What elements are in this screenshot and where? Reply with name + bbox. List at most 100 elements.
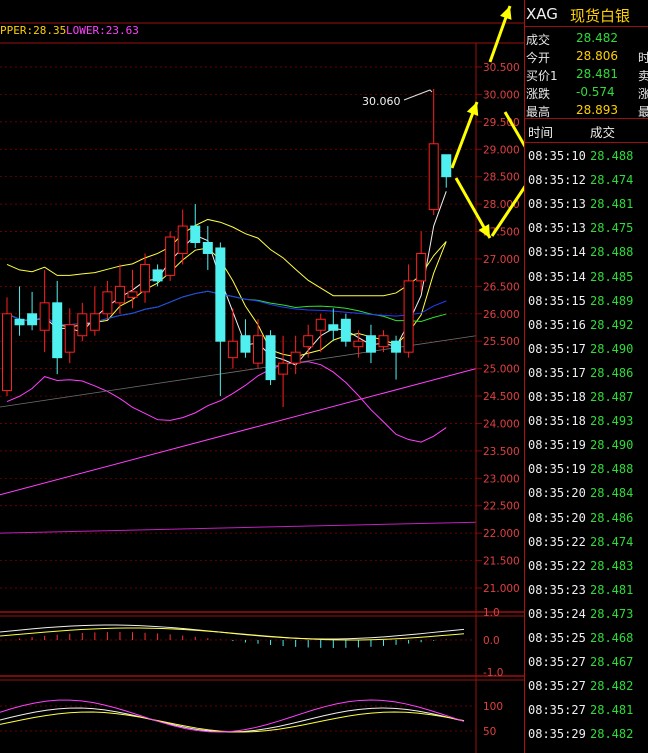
- candle-body[interactable]: [416, 252, 427, 282]
- tick-price: 28.481: [590, 582, 634, 597]
- candle-body[interactable]: [152, 269, 163, 282]
- candle-body[interactable]: [403, 280, 414, 353]
- tick-time: 08:35:27: [528, 703, 586, 718]
- candle-body[interactable]: [391, 340, 402, 353]
- tick-time: 08:35:16: [528, 317, 586, 332]
- candle-body[interactable]: [340, 318, 351, 342]
- macd-axis-label: 0.0: [483, 635, 500, 647]
- tick-time: 08:35:18: [528, 414, 586, 429]
- candle-body[interactable]: [177, 225, 188, 254]
- quote-row: 今开 28.806 时: [524, 49, 648, 68]
- candle-body[interactable]: [240, 335, 251, 353]
- tick-row[interactable]: 08:35:13 28.481: [524, 197, 648, 220]
- candle-body[interactable]: [89, 313, 100, 331]
- price-axis-label: 28.500: [483, 172, 520, 184]
- tick-row[interactable]: 08:35:20 28.486: [524, 511, 648, 534]
- ma-line: [6, 361, 447, 443]
- tick-row[interactable]: 08:35:25 28.468: [524, 631, 648, 654]
- macd-panel[interactable]: 1.0 0.0 -1.0: [0, 607, 504, 679]
- candle-body[interactable]: [140, 263, 151, 293]
- candle-body[interactable]: [39, 302, 50, 331]
- tick-row[interactable]: 08:35:29 28.482: [524, 727, 648, 750]
- tick-row[interactable]: 08:35:14 28.488: [524, 245, 648, 268]
- tick-row[interactable]: 08:35:14 28.485: [524, 270, 648, 293]
- candle-body[interactable]: [428, 143, 439, 211]
- tick-row[interactable]: 08:35:17 28.490: [524, 342, 648, 365]
- candle-body[interactable]: [127, 291, 138, 298]
- tick-price: 28.485: [590, 269, 634, 284]
- candle-body[interactable]: [2, 313, 12, 392]
- candle-body[interactable]: [64, 324, 75, 353]
- candle-body[interactable]: [265, 335, 276, 381]
- tick-row[interactable]: 08:35:17 28.486: [524, 366, 648, 389]
- candle-body[interactable]: [202, 241, 213, 254]
- candle-body[interactable]: [353, 340, 364, 348]
- tick-row[interactable]: 08:35:15 28.489: [524, 294, 648, 317]
- tick-row[interactable]: 08:35:13 28.475: [524, 221, 648, 244]
- quote-value: 28.482: [576, 31, 618, 45]
- candle-body[interactable]: [27, 313, 38, 326]
- candle-body[interactable]: [378, 335, 389, 348]
- tick-time: 08:35:27: [528, 655, 586, 670]
- tick-row[interactable]: 08:35:19 28.488: [524, 462, 648, 485]
- price-axis-label: 29.000: [483, 144, 520, 156]
- candle-body[interactable]: [253, 335, 263, 364]
- tick-row[interactable]: 08:35:18 28.487: [524, 390, 648, 413]
- candle-body[interactable]: [441, 154, 452, 178]
- price-axis-label: 21.500: [483, 556, 520, 568]
- quote-row: 成交 28.482: [524, 31, 648, 50]
- tick-row[interactable]: 08:35:10 28.488: [524, 149, 648, 172]
- tick-price: 28.490: [590, 341, 634, 356]
- quote-value: 28.893: [576, 103, 618, 117]
- tick-price: 28.488: [590, 245, 634, 260]
- tick-row[interactable]: 08:35:20 28.484: [524, 486, 648, 509]
- ticks-price-header: 成交: [590, 125, 616, 140]
- quote-value: 28.481: [576, 67, 618, 81]
- tick-time: 08:35:19: [528, 462, 586, 477]
- tick-time: 08:35:14: [528, 245, 586, 260]
- candle-body[interactable]: [278, 362, 289, 375]
- tick-price: 28.481: [590, 197, 634, 212]
- candle-body[interactable]: [114, 285, 125, 304]
- tick-row[interactable]: 08:35:23 28.481: [524, 583, 648, 606]
- tick-price: 28.486: [590, 510, 634, 525]
- price-axis-label: 24.500: [483, 391, 520, 403]
- tick-time: 08:35:29: [528, 727, 586, 742]
- moving-average-lines: [0, 191, 477, 534]
- quote-row: 最高 28.893 最: [524, 103, 648, 122]
- tick-row[interactable]: 08:35:19 28.490: [524, 438, 648, 461]
- candle-body[interactable]: [290, 351, 301, 364]
- price-axis-label: 27.000: [483, 254, 520, 266]
- price-axis-label: 30.500: [483, 62, 520, 74]
- tick-row[interactable]: 08:35:18 28.493: [524, 414, 648, 437]
- candle-body[interactable]: [190, 225, 201, 243]
- candle-body[interactable]: [227, 340, 238, 359]
- tick-row[interactable]: 08:35:27 28.481: [524, 703, 648, 726]
- candle-body[interactable]: [14, 318, 25, 326]
- tick-row[interactable]: 08:35:27 28.482: [524, 679, 648, 702]
- tick-row[interactable]: 08:35:24 28.473: [524, 607, 648, 630]
- tick-row[interactable]: 08:35:22 28.474: [524, 535, 648, 558]
- kdj-axis-label: 100: [483, 701, 503, 713]
- candle-body[interactable]: [165, 236, 176, 276]
- tick-price: 28.475: [590, 221, 634, 236]
- candle-body[interactable]: [102, 291, 113, 315]
- tick-row[interactable]: 08:35:27 28.467: [524, 655, 648, 678]
- tick-row[interactable]: 08:35:12 28.474: [524, 173, 648, 196]
- candle-body[interactable]: [52, 302, 63, 359]
- tick-time: 08:35:22: [528, 558, 586, 573]
- candle-body[interactable]: [303, 335, 314, 348]
- tick-row[interactable]: 08:35:22 28.483: [524, 559, 648, 582]
- tick-row[interactable]: 08:35:16 28.492: [524, 318, 648, 341]
- candle-body[interactable]: [215, 247, 226, 342]
- price-axis-label: 21.000: [483, 583, 520, 595]
- candle-body[interactable]: [365, 335, 376, 353]
- kline-chart[interactable]: 30.50030.00029.50029.00028.50028.00027.5…: [0, 0, 524, 753]
- candle-body[interactable]: [77, 313, 88, 337]
- quote-label: 今开: [526, 51, 551, 65]
- candle-body[interactable]: [315, 318, 326, 331]
- candlesticks[interactable]: [2, 88, 452, 408]
- candle-body[interactable]: [328, 324, 339, 331]
- lower-band-value: LOWER:23.63: [66, 24, 139, 37]
- kdj-panel[interactable]: 100 50: [0, 699, 503, 738]
